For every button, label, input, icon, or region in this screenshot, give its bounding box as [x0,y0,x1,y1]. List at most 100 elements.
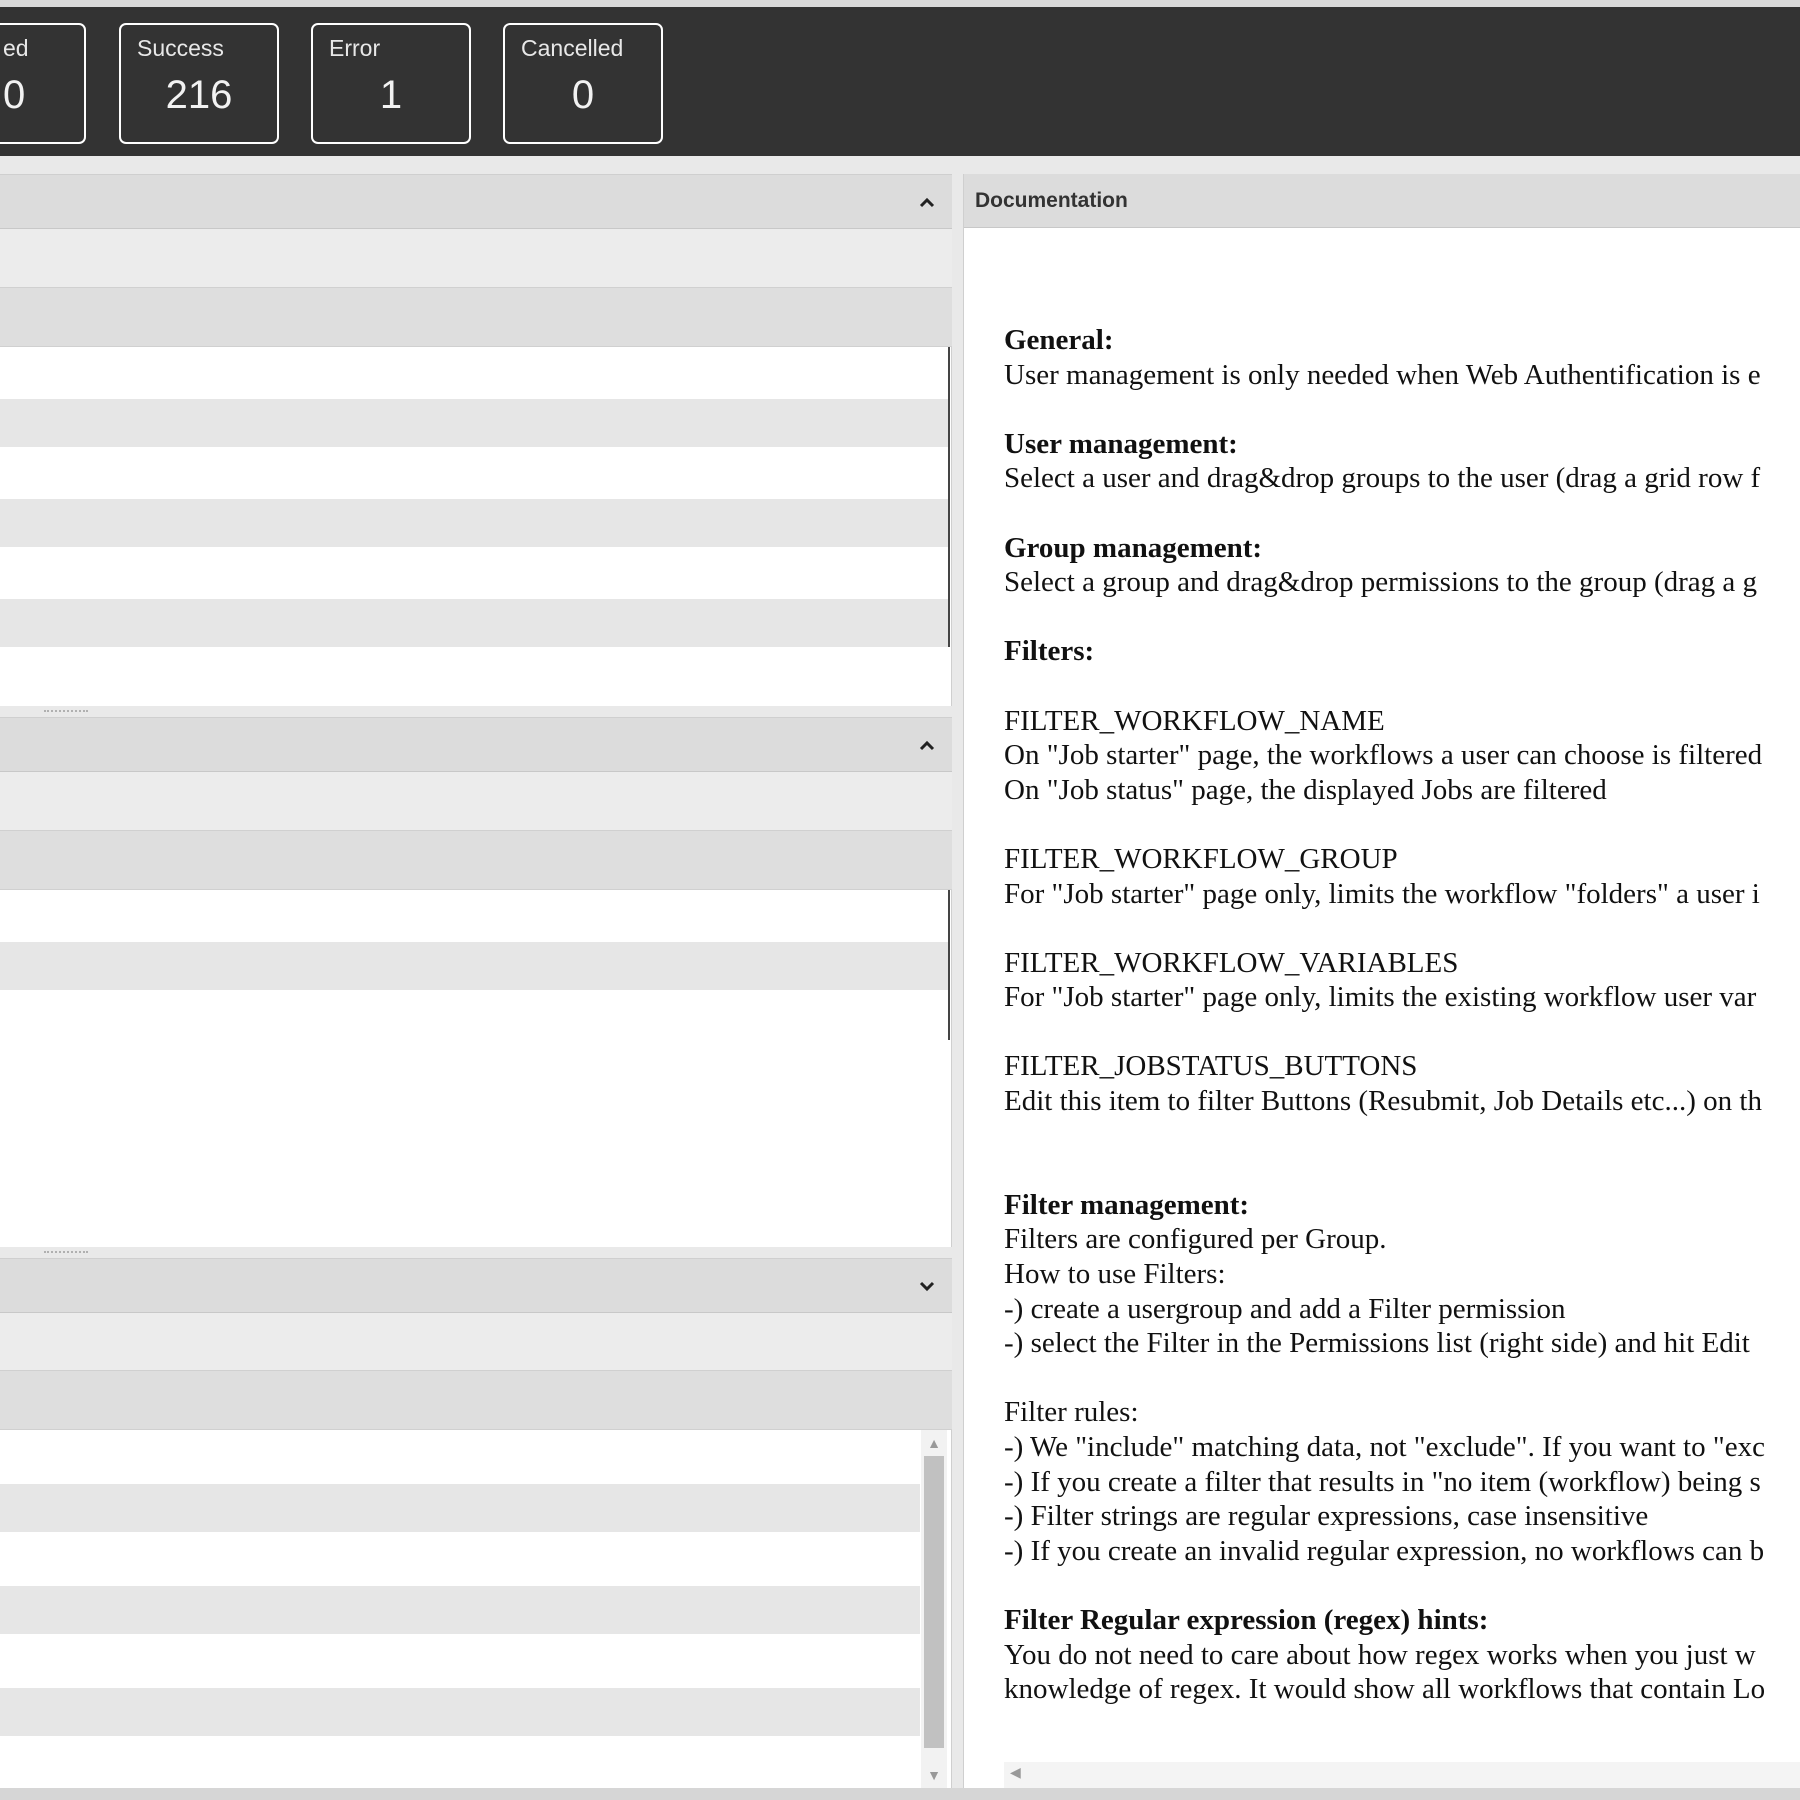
documentation-heading: General: [1004,324,1114,356]
documentation-header: Documentation [964,174,1800,228]
scrollbar-thumb[interactable] [924,1456,944,1748]
permissions-grid-header [0,1370,952,1430]
stat-label: ed [3,35,29,61]
documentation-line [1004,1119,1800,1154]
scroll-left-arrow-icon[interactable]: ◀ [1010,1764,1021,1781]
collapse-up-icon[interactable] [912,730,942,760]
documentation-line: -) If you create an invalid regular expr… [1004,1534,1765,1567]
documentation-heading: Group management: [1004,531,1263,564]
documentation-line: Edit this item to filter Buttons (Resubm… [1004,1085,1762,1118]
table-row[interactable] [0,1532,920,1586]
collapse-up-icon[interactable] [912,187,942,217]
stat-card-cancelled[interactable]: Cancelled 0 [503,23,663,144]
stat-value: 0 [3,73,26,117]
table-row[interactable] [0,1688,920,1736]
permissions-panel: ▲ ▼ [0,1258,952,1788]
documentation-line: Select a group and drag&drop permissions… [1004,566,1758,599]
documentation-line: User management is only needed when Web … [1004,358,1761,391]
documentation-line [1004,1361,1800,1396]
table-row[interactable] [0,1634,920,1688]
documentation-line: -) If you create a filter that results i… [1004,1465,1761,1498]
stat-label: Error [329,35,381,61]
documentation-title: Documentation [975,189,1128,212]
documentation-line [1004,911,1800,946]
users-panel [0,174,952,706]
splitter-handle[interactable] [44,1251,88,1257]
users-panel-toolbar [0,229,952,287]
documentation-line [1004,1153,1800,1188]
documentation-line: Filter rules: [1004,1396,1139,1429]
permissions-panel-header [0,1258,952,1313]
groups-panel-toolbar [0,772,952,830]
documentation-line: -) We "include" matching data, not "excl… [1004,1431,1765,1463]
splitter-handle[interactable] [44,710,88,716]
documentation-line: FILTER_WORKFLOW_NAME [1004,704,1385,737]
table-row[interactable] [0,547,950,599]
table-row[interactable] [0,1736,920,1788]
table-row[interactable] [0,890,950,942]
scroll-up-arrow-icon[interactable]: ▲ [921,1432,947,1454]
users-panel-header [0,174,952,229]
documentation-line: You do not need to care about how regex … [1004,1638,1756,1671]
grid-empty-area [0,990,950,1245]
groups-grid-header [0,830,952,890]
documentation-line: FILTER_JOBSTATUS_BUTTONS [1004,1050,1418,1083]
scroll-down-arrow-icon[interactable]: ▼ [921,1764,947,1786]
vertical-scrollbar[interactable]: ▲ ▼ [921,1430,947,1788]
documentation-line: -) create a usergroup and add a Filter p… [1004,1292,1566,1325]
stat-card-success[interactable]: Success 216 [119,23,279,144]
documentation-panel: Documentation General: User management is… [963,174,1800,1788]
status-summary-bar: ed 0 Success 216 Error 1 Cancelled 0 [0,0,1800,156]
groups-panel-header [0,717,952,772]
documentation-heading: Filters: [1004,635,1095,668]
table-row[interactable] [0,1430,920,1484]
table-row[interactable] [0,942,950,990]
table-row[interactable] [0,1586,920,1634]
documentation-line: knowledge of regex. It would show all wo… [1004,1673,1766,1706]
documentation-heading: User management: [1004,427,1238,460]
documentation-line [1004,496,1800,531]
table-row[interactable] [0,599,950,647]
stat-card-error[interactable]: Error 1 [311,23,471,144]
table-row[interactable] [0,347,950,399]
bottom-border [0,1788,1800,1800]
documentation-line: For "Job starter" page only, limits the … [1004,877,1760,910]
stat-value: 1 [379,73,403,117]
grid-scroll-edge [948,347,950,647]
expand-down-icon[interactable] [912,1271,942,1301]
documentation-line: -) Filter strings are regular expression… [1004,1500,1649,1533]
stat-value: 216 [165,73,233,117]
permissions-panel-toolbar [0,1313,952,1370]
documentation-line: -) select the Filter in the Permissions … [1004,1327,1750,1360]
documentation-line: FILTER_WORKFLOW_VARIABLES [1004,946,1459,979]
documentation-line [1004,669,1800,704]
documentation-line [1004,1568,1800,1603]
grid-scroll-edge [948,890,950,1040]
documentation-line: Select a user and drag&drop groups to th… [1004,462,1761,495]
table-row[interactable] [0,499,950,547]
documentation-heading: Filter Regular expression (regex) hints: [1004,1603,1489,1636]
documentation-line: Filters are configured per Group. [1004,1223,1387,1256]
documentation-line [1004,392,1800,427]
groups-panel [0,717,952,1247]
documentation-heading: Filter management: [1004,1188,1250,1221]
table-row[interactable] [0,1484,920,1532]
documentation-line: For "Job starter" page only, limits the … [1004,981,1757,1014]
documentation-line [1004,807,1800,842]
documentation-line: FILTER_WORKFLOW_GROUP [1004,842,1398,875]
documentation-line [1004,600,1800,635]
stat-value: 0 [571,73,595,117]
documentation-line [1004,1015,1800,1050]
table-row[interactable] [0,447,950,499]
documentation-line: On "Job status" page, the displayed Jobs… [1004,773,1607,806]
stat-label: Cancelled [521,35,624,61]
stat-card-queued[interactable]: ed 0 [0,23,86,144]
documentation-line: How to use Filters: [1004,1258,1226,1291]
stat-label: Success [137,35,224,61]
documentation-line: On "Job starter" page, the workflows a u… [1004,739,1763,772]
table-row[interactable] [0,399,950,447]
users-grid-header [0,287,952,347]
horizontal-scrollbar[interactable]: ◀ [1004,1762,1800,1788]
documentation-content: General: User management is only needed w… [1004,323,1800,1707]
table-row[interactable] [0,647,950,704]
